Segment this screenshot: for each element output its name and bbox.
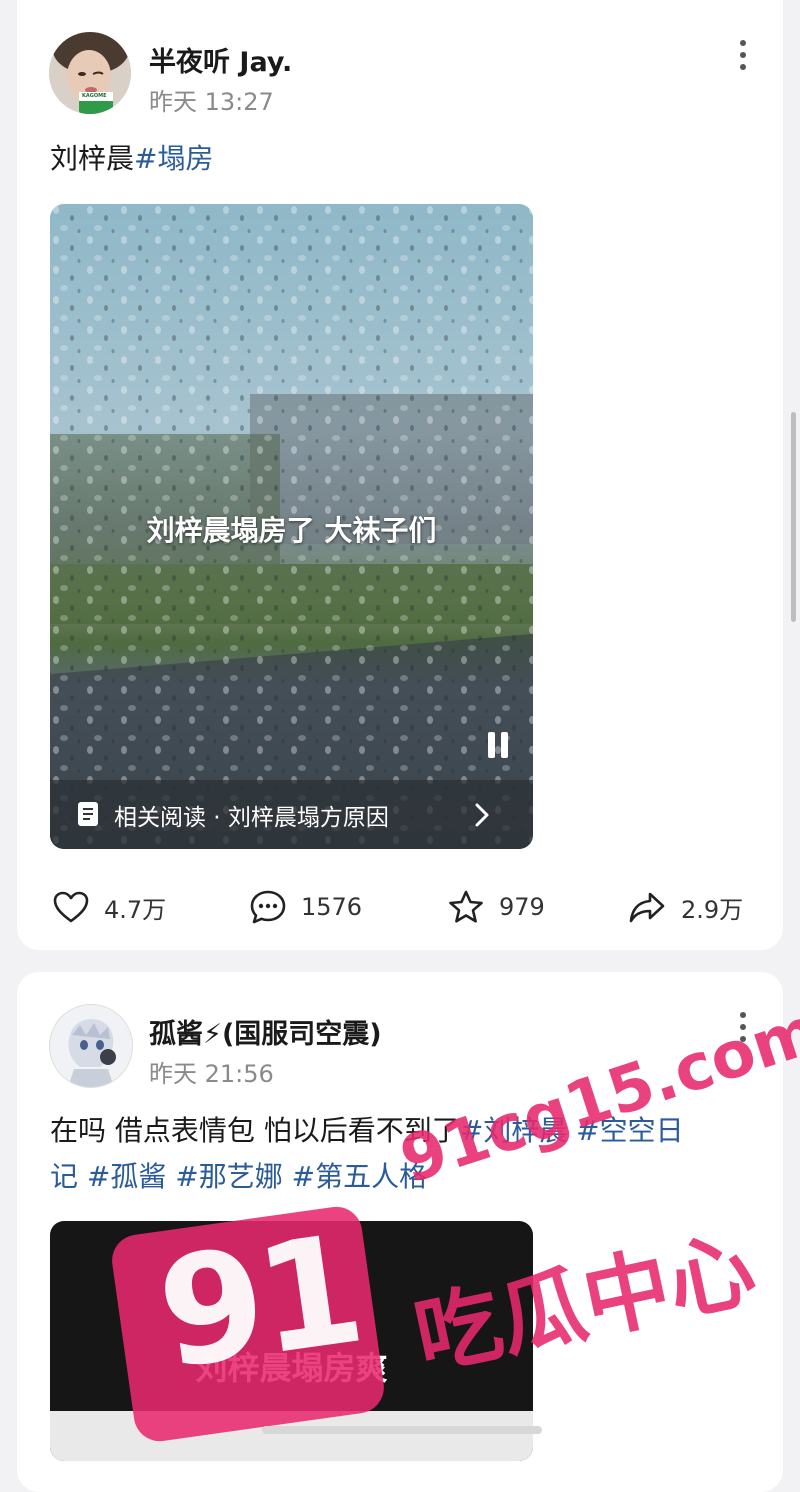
post-time: 昨天 21:56 bbox=[149, 1060, 274, 1088]
star-icon bbox=[449, 890, 483, 923]
post-text-plain: 在吗 借点表情包 怕以后看不到了 bbox=[50, 1114, 460, 1147]
username[interactable]: 孤酱⚡(国服司空震) bbox=[149, 1012, 382, 1051]
related-reading-label: 相关阅读 · 刘梓晨塌方原因 bbox=[114, 805, 389, 831]
comment-button[interactable]: 1576 bbox=[249, 882, 362, 932]
document-icon bbox=[78, 802, 98, 826]
post-card: KAGOME 半夜听 Jay. 昨天 13:27 刘梓晨#塌房 刘梓晨塌房了 大… bbox=[17, 0, 783, 950]
post-text: 刘梓晨#塌房 bbox=[50, 136, 213, 182]
comment-count: 1576 bbox=[301, 893, 363, 921]
like-button[interactable]: 4.7万 bbox=[52, 882, 166, 932]
scrollbar[interactable] bbox=[791, 412, 796, 622]
share-count: 2.9万 bbox=[681, 895, 744, 924]
username[interactable]: 半夜听 Jay. bbox=[149, 40, 292, 79]
post-text: 在吗 借点表情包 怕以后看不到了#刘梓晨 #空空日 记 #孤酱 #那艺娜 #第五… bbox=[50, 1108, 760, 1200]
pause-icon[interactable] bbox=[486, 732, 512, 758]
favorite-count: 979 bbox=[499, 893, 545, 921]
home-indicator[interactable] bbox=[262, 1426, 542, 1434]
share-button[interactable]: 2.9万 bbox=[627, 882, 743, 932]
post-card: 孤酱⚡(国服司空震) 昨天 21:56 在吗 借点表情包 怕以后看不到了#刘梓晨… bbox=[17, 972, 783, 1492]
more-vertical-icon[interactable] bbox=[739, 1012, 747, 1042]
more-vertical-icon[interactable] bbox=[739, 40, 747, 70]
avatar[interactable]: KAGOME bbox=[49, 32, 131, 114]
video-frame-lower bbox=[50, 1411, 533, 1461]
comment-icon bbox=[250, 890, 286, 924]
favorite-button[interactable]: 979 bbox=[447, 882, 545, 932]
related-reading-bar[interactable]: 相关阅读 · 刘梓晨塌方原因 bbox=[50, 780, 533, 849]
post-actions: 4.7万 1576 979 2.9万 bbox=[17, 882, 783, 932]
heart-icon bbox=[53, 891, 89, 923]
avatar-tag: KAGOME bbox=[82, 93, 107, 99]
video-overlay-text: 刘梓晨塌房了 大袜子们 bbox=[146, 514, 437, 547]
share-arrow-icon bbox=[629, 892, 665, 923]
video-player[interactable]: 刘梓晨塌房了 大袜子们 相关阅读 · 刘梓晨塌方原因 bbox=[50, 204, 533, 849]
video-overlay-text: 刘梓晨塌房爽 bbox=[195, 1349, 388, 1387]
like-count: 4.7万 bbox=[104, 895, 167, 924]
hashtag-link[interactable]: #塌房 bbox=[134, 142, 213, 175]
video-player[interactable]: 刘梓晨塌房爽 bbox=[50, 1221, 533, 1461]
hashtag-link[interactable]: 记 #孤酱 #那艺娜 #第五人格 bbox=[50, 1160, 427, 1193]
avatar[interactable] bbox=[49, 1004, 133, 1088]
post-text-plain: 刘梓晨 bbox=[50, 142, 135, 175]
hashtag-link[interactable]: #刘梓晨 #空空日 bbox=[460, 1114, 684, 1147]
chevron-right-icon bbox=[475, 803, 489, 827]
post-time: 昨天 13:27 bbox=[149, 88, 274, 116]
